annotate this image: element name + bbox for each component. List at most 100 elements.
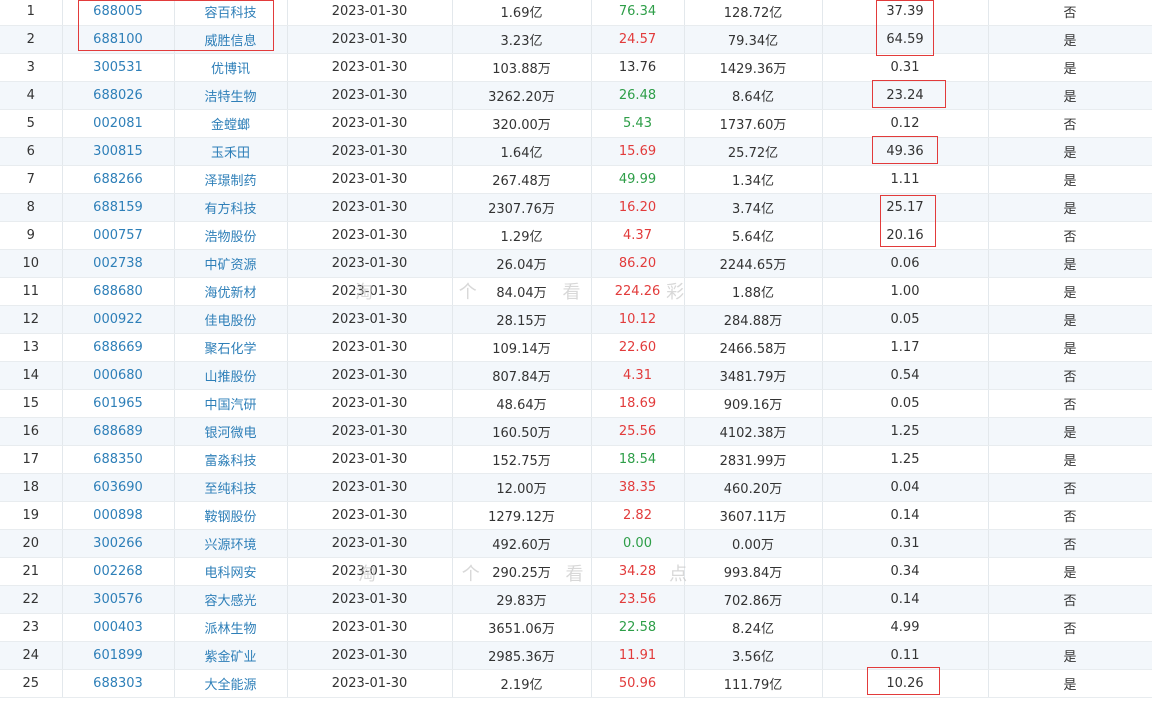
stock-code-link[interactable]: 688100 [93, 32, 143, 47]
stock-code-link[interactable]: 688159 [93, 200, 143, 215]
stock-code-link[interactable]: 002268 [93, 564, 143, 579]
stock-name-link[interactable]: 优博讯 [211, 62, 250, 77]
stock-code-link[interactable]: 688689 [93, 424, 143, 439]
cell-index: 19 [0, 501, 63, 530]
stock-code-link[interactable]: 688303 [93, 676, 143, 691]
stock-code-link[interactable]: 000922 [93, 312, 143, 327]
cell-ratio-text: 23.56 [618, 592, 657, 607]
stock-code-link[interactable]: 688026 [93, 88, 143, 103]
cell-percentage-text: 0.34 [890, 564, 920, 579]
stock-code-link[interactable]: 300815 [93, 144, 143, 159]
stock-code-link[interactable]: 601965 [93, 396, 143, 411]
cell-market-value: 1.88亿 [684, 277, 823, 306]
cell-ratio: 22.58 [591, 613, 685, 642]
stock-code-link[interactable]: 000403 [93, 620, 143, 635]
stock-code-link[interactable]: 300576 [93, 592, 143, 607]
stock-code-link[interactable]: 601899 [93, 648, 143, 663]
table-row: 12 000922 佳电股份 2023-01-30 28.15万 10.12 284.88万… [0, 305, 1152, 334]
stock-code-link[interactable]: 603690 [93, 480, 143, 495]
cell-date-text: 2023-01-30 [331, 648, 408, 663]
cell-ratio: 22.60 [591, 333, 685, 362]
cell-date: 2023-01-30 [287, 53, 453, 82]
stock-name-link[interactable]: 富淼科技 [204, 454, 256, 469]
stock-name-link[interactable]: 紫金矿业 [204, 650, 256, 665]
table-row: 14 000680 山推股份 2023-01-30 807.84万 4.31 3481.79… [0, 361, 1152, 390]
stock-name-link[interactable]: 银河微电 [204, 426, 256, 441]
stock-name-link[interactable]: 中矿资源 [204, 258, 256, 273]
cell-date-text: 2023-01-30 [331, 228, 408, 243]
stock-name-cell: 银河微电 [174, 417, 288, 446]
stock-name-link[interactable]: 海优新材 [204, 286, 256, 301]
cell-index-text: 16 [22, 424, 40, 439]
stock-code-link[interactable]: 300531 [93, 60, 143, 75]
stock-code-link[interactable]: 002081 [93, 116, 143, 131]
stock-name-link[interactable]: 中国汽研 [204, 398, 256, 413]
cell-flag-text: 是 [1063, 202, 1077, 217]
stock-name-link[interactable]: 玉禾田 [211, 146, 250, 161]
stock-name-link[interactable]: 鞍钢股份 [204, 510, 256, 525]
cell-date-text: 2023-01-30 [331, 620, 408, 635]
cell-index-text: 17 [22, 452, 40, 467]
cell-amount-text: 84.04万 [496, 286, 547, 301]
cell-flag-text: 否 [1063, 622, 1077, 637]
stock-name-link[interactable]: 电科网安 [204, 566, 256, 581]
cell-ratio: 50.96 [591, 669, 685, 698]
stock-code-link[interactable]: 688005 [93, 4, 143, 19]
cell-flag: 是 [988, 417, 1152, 446]
stock-name-link[interactable]: 兴源环境 [204, 538, 256, 553]
table-row: 4 688026 洁特生物 2023-01-30 3262.20万 26.48 8.64亿 2… [0, 81, 1152, 110]
stock-name-link[interactable]: 浩物股份 [204, 230, 256, 245]
stock-name-link[interactable]: 洁特生物 [204, 90, 256, 105]
stock-name-link[interactable]: 有方科技 [204, 202, 256, 217]
cell-ratio: 2.82 [591, 501, 685, 530]
stock-name-cell: 优博讯 [174, 53, 288, 82]
cell-market-value-text: 460.20万 [723, 482, 783, 497]
stock-code-link[interactable]: 688266 [93, 172, 143, 187]
stock-code-link[interactable]: 688669 [93, 340, 143, 355]
table-row: 16 688689 银河微电 2023-01-30 160.50万 25.56 4102.3… [0, 417, 1152, 446]
cell-index-text: 19 [22, 508, 40, 523]
stock-code-link[interactable]: 688680 [93, 284, 143, 299]
cell-date-text: 2023-01-30 [331, 536, 408, 551]
stock-name-cell: 金螳螂 [174, 109, 288, 138]
stock-name-link[interactable]: 容百科技 [204, 6, 256, 21]
stock-code-link[interactable]: 000757 [93, 228, 143, 243]
cell-date: 2023-01-30 [287, 137, 453, 166]
stock-code-link[interactable]: 688350 [93, 452, 143, 467]
stock-name-link[interactable]: 容大感光 [204, 594, 256, 609]
stock-name-link[interactable]: 派林生物 [204, 622, 256, 637]
cell-market-value-text: 4102.38万 [719, 426, 787, 441]
cell-index: 22 [0, 585, 63, 614]
stock-code-link[interactable]: 002738 [93, 256, 143, 271]
cell-index: 16 [0, 417, 63, 446]
stock-name-link[interactable]: 威胜信息 [204, 34, 256, 49]
cell-percentage: 0.12 [822, 109, 989, 138]
table-row: 13 688669 聚石化学 2023-01-30 109.14万 22.60 2466.5… [0, 333, 1152, 362]
cell-index-text: 24 [22, 648, 40, 663]
cell-ratio-text: 10.12 [618, 312, 657, 327]
cell-ratio: 16.20 [591, 193, 685, 222]
cell-ratio: 0.00 [591, 529, 685, 558]
stock-name-link[interactable]: 泽璟制药 [204, 174, 256, 189]
cell-flag-text: 是 [1063, 454, 1077, 469]
cell-flag: 否 [988, 389, 1152, 418]
cell-ratio-text: 86.20 [618, 256, 657, 271]
stock-name-link[interactable]: 大全能源 [204, 678, 256, 693]
stock-code-link[interactable]: 000680 [93, 368, 143, 383]
cell-date: 2023-01-30 [287, 81, 453, 110]
cell-index-text: 2 [26, 32, 35, 47]
cell-ratio-text: 2.82 [623, 508, 652, 523]
stock-code-link[interactable]: 300266 [93, 536, 143, 551]
cell-amount-text: 2985.36万 [488, 650, 555, 665]
stock-code-cell: 688159 [62, 193, 175, 222]
cell-date: 2023-01-30 [287, 613, 453, 642]
stock-name-link[interactable]: 金螳螂 [211, 118, 250, 133]
stock-name-link[interactable]: 至纯科技 [204, 482, 256, 497]
cell-flag-text: 是 [1063, 650, 1077, 665]
stock-code-link[interactable]: 000898 [93, 508, 143, 523]
stock-name-link[interactable]: 山推股份 [204, 370, 256, 385]
cell-market-value-text: 3.74亿 [732, 202, 774, 217]
stock-name-link[interactable]: 佳电股份 [204, 314, 256, 329]
stock-name-link[interactable]: 聚石化学 [204, 342, 256, 357]
cell-index-text: 8 [26, 200, 35, 215]
